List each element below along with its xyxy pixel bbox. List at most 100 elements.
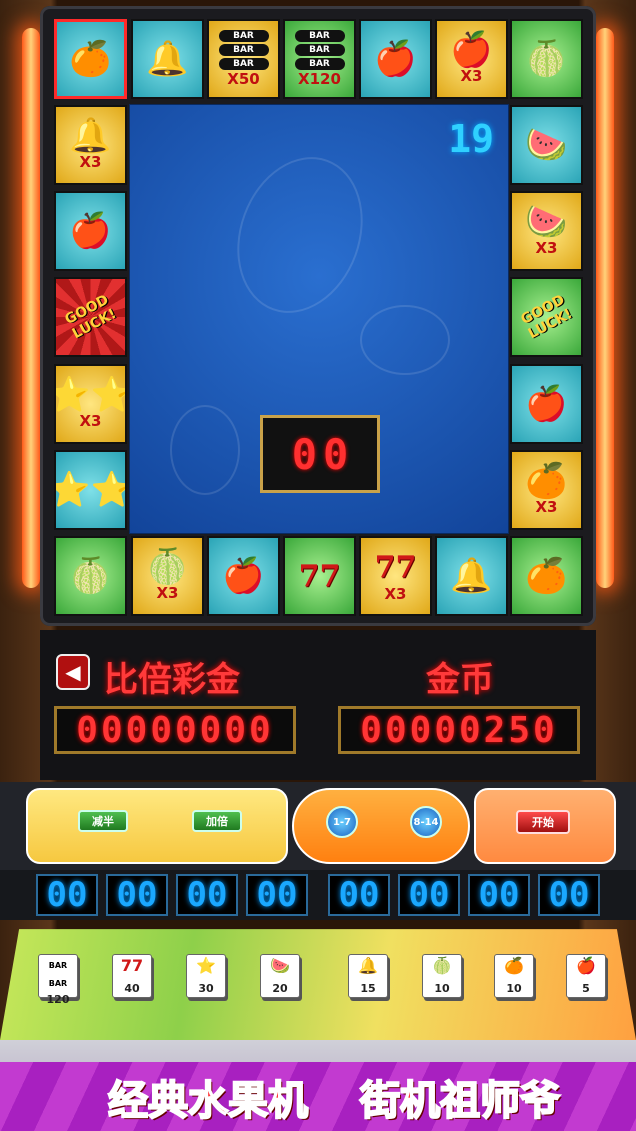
orange-icon: 🍊 [69,39,112,79]
big-button[interactable]: 8-14 [410,806,442,838]
multiplier-label: X3 [535,498,558,516]
game-screen: 🍊 🔔 BAR BAR BAR X50 BAR BAR BAR X120 🍎 🍎 X3 🍈 🍈 🍈 X3 🍎 77 7… [0,0,636,1131]
paytable-item-apple: 🍎 5 [566,954,606,998]
left-neon-bar [22,28,40,588]
tile-apple: 🍎 [207,536,280,616]
tile-apple: 🍎 [54,191,127,271]
lemon-watermark [360,305,450,375]
bet-display-watermelon: 00 [246,874,308,916]
tile-orange: 🍊 [54,19,127,99]
bar-icon: BAR BAR BAR [218,30,269,70]
orange-icon: 🍊 [504,956,524,975]
tile-bar: BAR BAR BAR X120 [283,19,356,99]
double-button[interactable]: 加倍 [192,810,242,832]
coins-counter: 00000250 [338,706,580,754]
start-button[interactable]: 开始 [516,810,570,834]
multiplier-label: X3 [156,584,179,602]
half-double-zone [26,788,288,864]
tile-seven: 77 X3 [359,536,432,616]
seven-icon: 77 [120,956,144,975]
bet-display-orange: 00 [468,874,530,916]
apple-icon: 🍎 [450,30,493,70]
bar-icon: BAR BAR [48,961,68,988]
tile-watermelon: 🍉 [510,105,583,185]
apple-icon: 🍎 [222,556,265,596]
half-button[interactable]: 减半 [78,810,128,832]
paytable-item-lime: 🍈 10 [422,954,462,998]
tile-apple: 🍎 [359,19,432,99]
paytable-item-bar: BAR BAR 120 [38,954,78,1006]
mini-digit: 0 [291,429,317,479]
lime-icon: 🍈 [525,39,568,79]
watermelon-watermark [216,139,384,331]
payout-value: 15 [360,982,376,995]
bonus-counter: 00000000 [54,706,296,754]
star-icon: ⭐ [196,956,216,975]
paytable-panel [0,929,636,1040]
paytable-item-seven: 77 40 [112,954,152,998]
payout-value: 30 [198,982,214,995]
good-luck-icon: GOOD LUCK! [62,291,119,343]
seven-icon: 77 [298,558,341,594]
star-icon: ⭐⭐ [56,378,125,412]
coins-label: 金币 [426,660,494,700]
tile-bell: 🔔 [435,536,508,616]
right-neon-bar [596,28,614,588]
star-icon: ⭐⭐ [56,473,125,507]
tile-lime: 🍈 [54,536,127,616]
bonus-label: 比倍彩金 [104,660,240,700]
payout-value: 20 [272,982,288,995]
watermelon-icon: 🍉 [525,202,568,242]
bet-display-lime: 00 [398,874,460,916]
bell-watermark [170,405,240,495]
tile-apple: 🍎 [510,364,583,444]
tile-watermelon: 🍉 X3 [510,191,583,271]
watermelon-icon: 🍉 [525,125,568,165]
apple-icon: 🍎 [525,384,568,424]
tile-bell: 🔔 [131,19,204,99]
tile-orange: 🍊 [510,536,583,616]
payout-value: 10 [434,982,450,995]
banner-right-text: 街机祖师爷 [359,1077,561,1125]
seven-icon: 77 [374,549,417,585]
payout-value: 120 [46,993,70,1006]
multiplier-label: X3 [460,67,483,85]
tile-orange: 🍊 X3 [510,450,583,530]
speaker-icon[interactable]: ◀ [56,654,90,690]
payout-value: 10 [506,982,522,995]
multiplier-label: X50 [227,70,260,88]
paytable-item-orange: 🍊 10 [494,954,534,998]
bell-icon: 🔔 [358,956,378,975]
tile-star: ⭐⭐X3 [54,364,127,444]
tile-good-luck: GOOD LUCK! [510,277,583,357]
payout-value: 5 [582,982,590,995]
lime-icon: 🍈 [146,547,189,587]
tile-star: ⭐⭐ [54,450,127,530]
banner-left-text: 经典水果机 [107,1077,309,1125]
payout-value: 40 [124,982,140,995]
center-display: 19 0 0 [129,104,509,534]
apple-icon: 🍎 [69,211,112,251]
tile-lime: 🍈 [510,19,583,99]
bet-display-star: 00 [176,874,238,916]
bell-icon: 🔔 [450,556,493,596]
lime-icon: 🍈 [432,956,452,975]
bet-display-bell: 00 [328,874,390,916]
multiplier-label: X3 [384,584,407,603]
tile-good-luck: GOOD LUCK! [54,277,127,357]
bet-display-apple: 00 [538,874,600,916]
orange-icon: 🍊 [525,461,568,501]
tile-seven: 77 [283,536,356,616]
mini-digit: 0 [323,429,349,479]
paytable-item-watermelon: 🍉 20 [260,954,300,998]
bell-icon: 🔔 [146,39,189,79]
mini-score-display: 0 0 [260,415,380,493]
multiplier-label: X3 [79,412,102,430]
tile-apple: 🍎 X3 [435,19,508,99]
multiplier-label: X3 [535,239,558,257]
apple-icon: 🍎 [374,39,417,79]
small-button[interactable]: 1-7 [326,806,358,838]
bet-display-bar: 00 [36,874,98,916]
bell-icon: 🔔 [69,116,112,156]
tile-bell: 🔔 X3 [54,105,127,185]
